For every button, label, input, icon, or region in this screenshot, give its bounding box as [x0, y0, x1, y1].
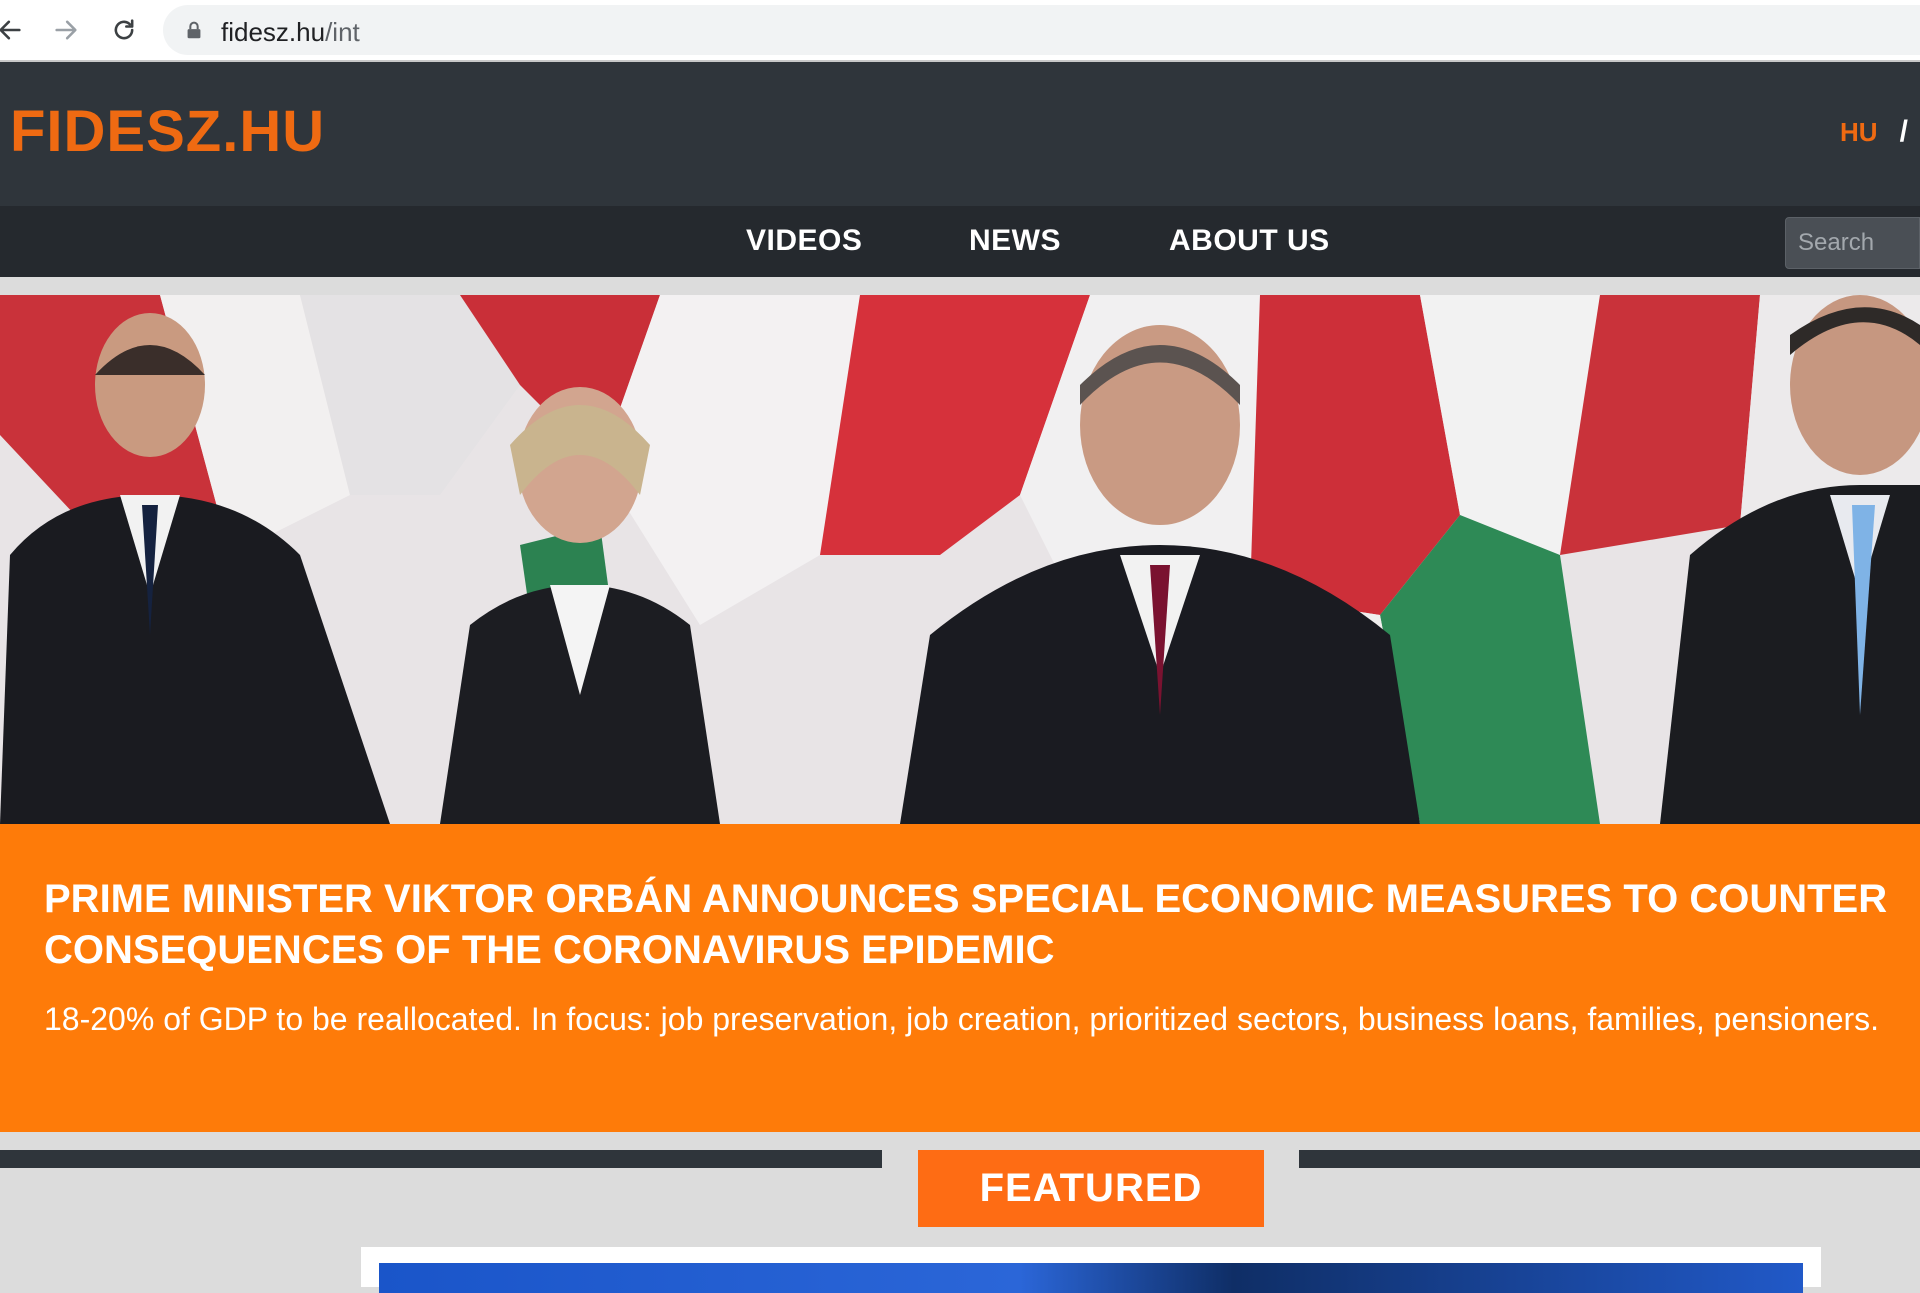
reload-icon — [114, 19, 134, 40]
nav-item-news[interactable]: NEWS — [969, 224, 1061, 258]
lang-separator: / — [1899, 115, 1908, 148]
search-input[interactable]: Search — [1785, 217, 1920, 269]
site-logo[interactable]: FIDESZ.HU — [10, 98, 325, 165]
header-gap — [0, 277, 1920, 295]
browser-toolbar: fidesz.hu/int — [0, 0, 1920, 60]
headline-title[interactable]: PRIME MINISTER VIKTOR ORBÁN ANNOUNCES SP… — [44, 874, 1920, 976]
url-text: fidesz.hu/int — [221, 17, 360, 48]
headline-panel[interactable]: PRIME MINISTER VIKTOR ORBÁN ANNOUNCES SP… — [0, 824, 1920, 1132]
lang-hu-link[interactable]: HU — [1840, 117, 1878, 147]
lock-icon — [187, 21, 201, 39]
featured-card-image[interactable] — [379, 1263, 1803, 1293]
featured-rule-right — [1299, 1150, 1920, 1168]
nav-item-videos[interactable]: VIDEOS — [746, 224, 862, 258]
address-bar[interactable]: fidesz.hu/int — [163, 5, 1920, 55]
hero-image[interactable] — [0, 295, 1920, 824]
arrow-left-icon — [0, 20, 21, 40]
main-nav: VIDEOS NEWS ABOUT US Search — [0, 206, 1920, 277]
featured-section: FEATURED — [0, 1132, 1920, 1293]
url-domain: fidesz.hu — [221, 17, 326, 47]
language-switcher: HU / — [1840, 115, 1908, 149]
featured-label: FEATURED — [918, 1150, 1264, 1227]
url-path: /int — [325, 17, 360, 47]
forward-button[interactable] — [46, 10, 86, 50]
featured-rule-left — [0, 1150, 882, 1168]
headline-subtitle: 18-20% of GDP to be reallocated. In focu… — [44, 1001, 1880, 1037]
site-header: FIDESZ.HU HU / — [0, 62, 1920, 206]
featured-card[interactable] — [361, 1247, 1821, 1293]
reload-button[interactable] — [104, 10, 144, 50]
arrow-right-icon — [55, 20, 77, 40]
hero-photo — [0, 295, 1920, 824]
nav-item-about-us[interactable]: ABOUT US — [1169, 224, 1330, 258]
back-button[interactable] — [0, 10, 30, 50]
